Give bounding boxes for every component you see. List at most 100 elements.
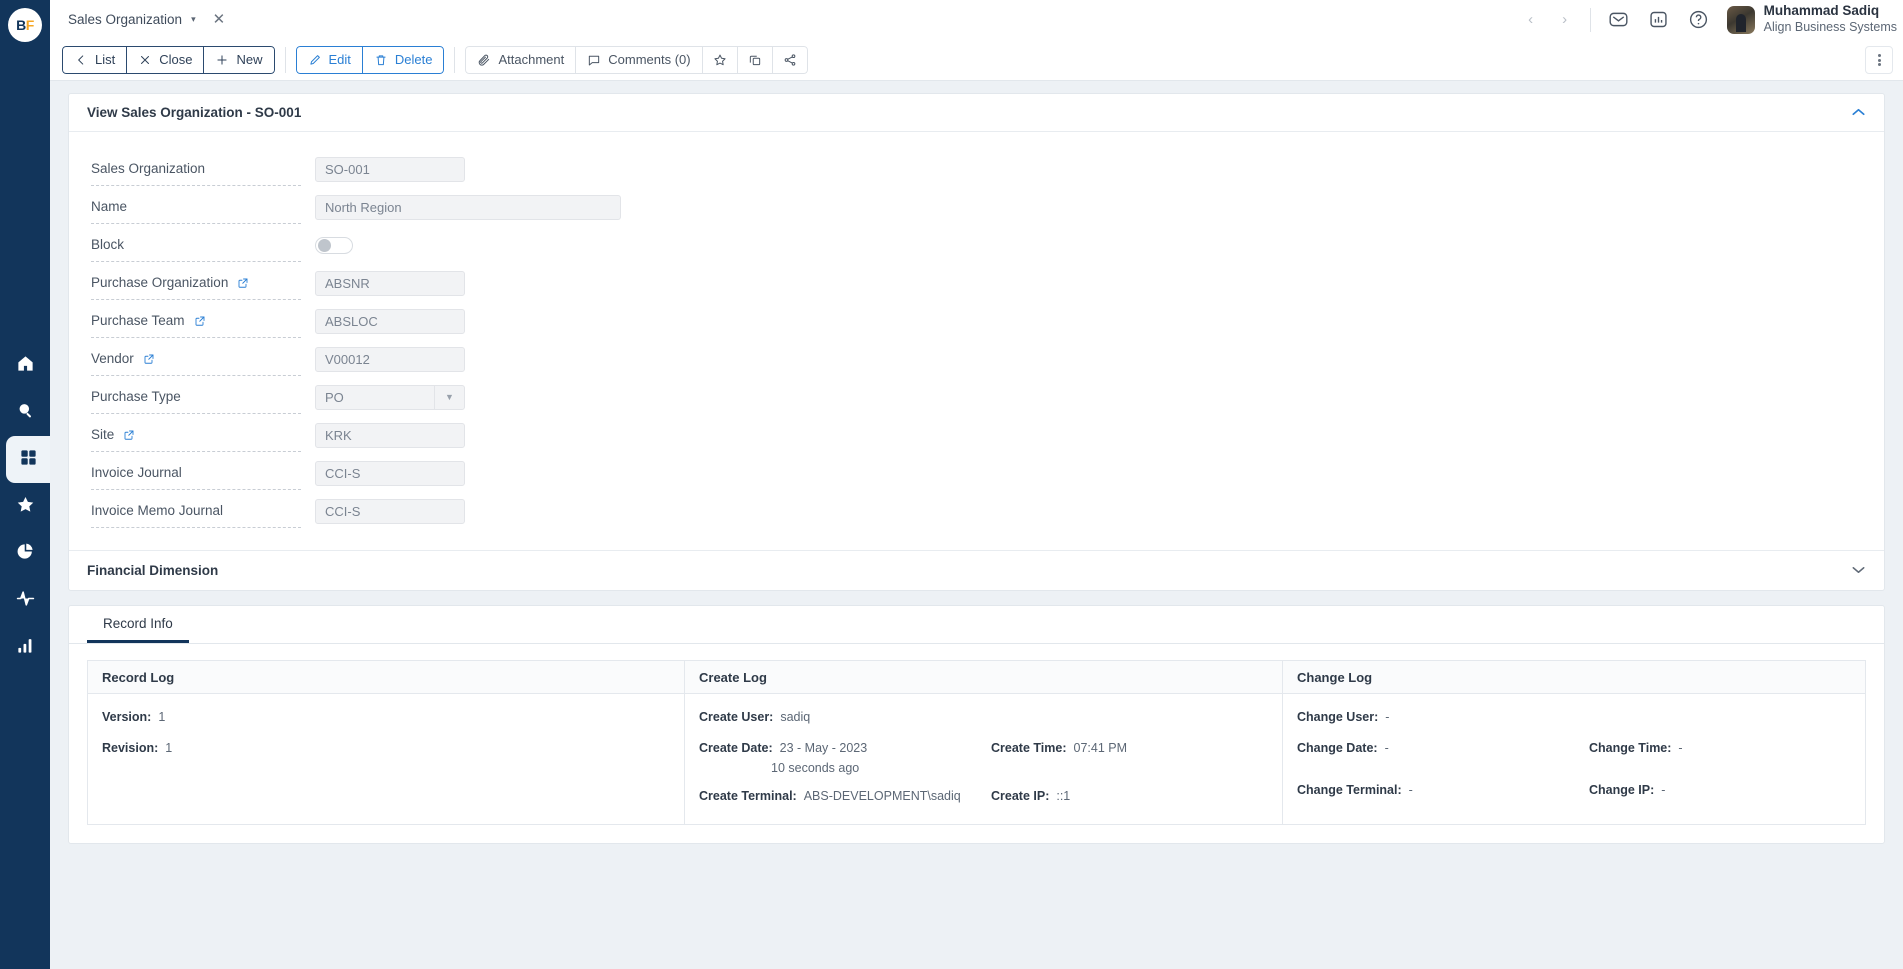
duplicate-button[interactable]: [736, 45, 773, 74]
vendor-input[interactable]: V00012: [315, 346, 465, 372]
edit-group: Edit Delete: [295, 45, 445, 74]
user-info[interactable]: Muhammad Sadiq Align Business Systems: [1764, 3, 1899, 36]
home-icon: [16, 354, 35, 378]
comments-button[interactable]: Comments (0): [575, 45, 703, 74]
change-user-row: Change User: -: [1297, 710, 1851, 724]
create-time-value: 07:41 PM: [1073, 741, 1128, 755]
sidebar-item-analytics[interactable]: [5, 624, 45, 671]
mail-icon[interactable]: [1599, 0, 1639, 39]
change-terminal-field: Change Terminal: -: [1297, 783, 1589, 797]
rail-nav: [0, 342, 50, 671]
field-value: KRK: [325, 427, 352, 443]
new-button[interactable]: New: [203, 45, 275, 74]
content-scroll: View Sales Organization - SO-001 Sales O…: [50, 81, 1903, 969]
app-logo[interactable]: BF: [8, 8, 42, 42]
field-row-purchase-type: Purchase Type PO ▼: [69, 378, 1884, 416]
field-value: North Region: [325, 199, 402, 215]
nav-next-button[interactable]: ›: [1548, 0, 1582, 39]
attachment-button[interactable]: Attachment: [465, 45, 577, 74]
star-icon: [714, 54, 726, 65]
external-link-icon[interactable]: [237, 277, 249, 289]
purchase-team-input[interactable]: ABSLOC: [315, 308, 465, 334]
toolbar-divider-2: [454, 46, 456, 73]
field-label: Purchase Organization: [91, 267, 301, 300]
change-terminal-key: Change Terminal:: [1297, 783, 1402, 797]
main-area: Sales Organization ▾ ✕ ‹ › Muhammad Sadi…: [50, 0, 1903, 969]
chevron-down-icon[interactable]: [1851, 563, 1866, 578]
tab-record-info[interactable]: Record Info: [87, 606, 189, 643]
sidebar-item-favorites[interactable]: [5, 483, 45, 530]
invoice-memo-journal-input[interactable]: CCI-S: [315, 498, 465, 524]
purchase-type-select[interactable]: PO ▼: [315, 384, 465, 410]
page-title: View Sales Organization - SO-001: [87, 105, 302, 120]
close-icon[interactable]: ✕: [213, 12, 226, 27]
favorite-button[interactable]: [701, 45, 738, 74]
field-value: CCI-S: [325, 503, 361, 519]
help-icon[interactable]: [1679, 0, 1719, 39]
field-row-name: Name North Region: [69, 188, 1884, 226]
block-toggle[interactable]: [315, 236, 353, 254]
tab-bar: Sales Organization ▾ ✕ ‹ › Muhammad Sadi…: [50, 0, 1903, 39]
change-ip-value: -: [1661, 783, 1666, 797]
create-time-key: Create Time:: [991, 741, 1067, 755]
sidebar-item-activity[interactable]: [5, 577, 45, 624]
sidebar-item-modules[interactable]: [6, 436, 50, 483]
field-value: ABSLOC: [325, 313, 378, 329]
create-date-row: Create Date: 23 - May - 2023 Create Time…: [699, 741, 1268, 755]
change-user-field: Change User: -: [1297, 710, 1389, 724]
chevron-up-icon[interactable]: [1851, 105, 1866, 120]
revision-field: Revision: 1: [102, 741, 172, 755]
list-button[interactable]: List: [62, 45, 128, 74]
record-nav-group: List Close New: [62, 45, 275, 74]
chevron-down-icon[interactable]: ▼: [434, 385, 464, 409]
create-date-field: Create Date: 23 - May - 2023: [699, 741, 991, 755]
field-label-text: Purchase Type: [91, 389, 181, 404]
sidebar-item-home[interactable]: [5, 342, 45, 389]
delete-button[interactable]: Delete: [361, 45, 445, 74]
purchase-organization-input[interactable]: ABSNR: [315, 270, 465, 296]
sales-organization-input[interactable]: SO-001: [315, 156, 465, 182]
external-link-icon[interactable]: [143, 353, 155, 365]
delete-label: Delete: [394, 52, 433, 67]
sidebar-item-search[interactable]: [5, 389, 45, 436]
create-log-panel: Create Log Create User: sadiq Create Dat…: [685, 660, 1283, 825]
kebab-menu-icon: [1877, 53, 1881, 67]
field-row-vendor: Vendor V00012: [69, 340, 1884, 378]
site-input[interactable]: KRK: [315, 422, 465, 448]
share-button[interactable]: [771, 45, 808, 74]
field-label-text: Block: [91, 237, 125, 252]
tab-sales-organization[interactable]: Sales Organization ▾ ✕: [50, 0, 242, 39]
field-label: Invoice Journal: [91, 457, 301, 490]
create-log-body: Create User: sadiq Create Date: 23 - May…: [685, 694, 1282, 824]
avatar[interactable]: [1726, 5, 1755, 34]
financial-dimension-header[interactable]: Financial Dimension: [69, 550, 1884, 590]
name-input[interactable]: North Region: [315, 194, 621, 220]
edit-button[interactable]: Edit: [295, 45, 363, 74]
bar-chart-icon: [16, 636, 35, 660]
field-label-text: Invoice Journal: [91, 465, 182, 480]
close-button[interactable]: Close: [126, 45, 205, 74]
field-label: Invoice Memo Journal: [91, 495, 301, 528]
change-log-body: Change User: - Change Date: - Change Tim…: [1283, 694, 1865, 824]
report-icon[interactable]: [1639, 0, 1679, 39]
user-name: Muhammad Sadiq: [1763, 3, 1880, 19]
logo-letter-b: B: [16, 17, 26, 33]
field-label-text: Site: [91, 427, 115, 442]
external-link-icon[interactable]: [123, 429, 135, 441]
create-time-field: Create Time: 07:41 PM: [991, 741, 1127, 755]
copy-icon: [749, 55, 760, 65]
sidebar-item-reports[interactable]: [5, 530, 45, 577]
field-row-purchase-team: Purchase Team ABSLOC: [69, 302, 1884, 340]
create-date-value: 23 - May - 2023: [779, 741, 868, 755]
chevron-down-icon[interactable]: ▾: [191, 14, 196, 25]
grid-icon: [19, 448, 38, 472]
nav-prev-button[interactable]: ‹: [1514, 0, 1548, 39]
external-link-icon[interactable]: [194, 315, 206, 327]
field-label: Purchase Type: [91, 381, 301, 414]
invoice-journal-input[interactable]: CCI-S: [315, 460, 465, 486]
tab-label: Sales Organization: [68, 12, 183, 27]
create-user-key: Create User:: [699, 710, 774, 724]
more-actions-button[interactable]: [1865, 46, 1893, 74]
detail-card-header[interactable]: View Sales Organization - SO-001: [69, 94, 1884, 132]
toolbar-divider: [284, 46, 286, 73]
